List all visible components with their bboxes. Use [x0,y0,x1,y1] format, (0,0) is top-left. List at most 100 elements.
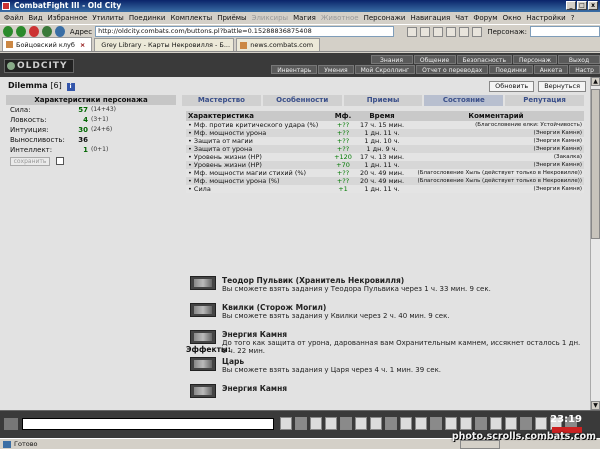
menu-item[interactable]: Комплекты [170,14,212,22]
sword-icon[interactable] [430,417,442,430]
menu-item[interactable]: ? [571,14,575,22]
address-input[interactable]: http://oldcity.combats.com/buttons.pl?ba… [95,26,395,37]
game-nav-item[interactable]: Общение [413,55,456,64]
back-icon[interactable] [3,26,13,37]
section-tab[interactable]: Репутация [505,95,584,106]
effect-desc: Вы сможете взять задания у Квилки через … [222,312,450,320]
market-icon[interactable] [505,417,517,430]
save-checkbox[interactable] [56,157,65,165]
persona-select[interactable] [530,26,600,37]
buff-name: • Уровень жизни (HP) [186,161,330,169]
game-nav-item[interactable]: Выход [558,55,600,64]
menu-item[interactable]: Файл [4,14,23,22]
toolbar: Адрес http://oldcity.combats.com/buttons… [0,24,600,38]
lock-icon[interactable] [355,417,367,430]
smile-icon[interactable] [310,417,322,430]
settings-icon[interactable] [472,26,483,37]
menu-item[interactable]: Окно [503,14,522,22]
game-subnav-item[interactable]: Настр [569,65,600,74]
section-tab[interactable]: Приемы [343,95,423,106]
game-nav-item[interactable]: Безопасность [456,55,512,64]
stat-row: Выносливость: 36 [6,135,176,145]
menu-item[interactable]: Эликсиры [252,14,289,22]
mail-icon[interactable] [459,26,470,37]
effects-list: Теодор Пульвик (Хранитель Некровилля) Вы … [190,276,584,411]
tab-close-icon[interactable]: × [80,39,85,51]
scroll-up-icon[interactable]: ▲ [591,77,600,86]
section-tab[interactable]: Мастерство [182,95,261,106]
game-subnav-item[interactable]: Анкета [533,65,569,74]
menu-item[interactable]: Животное [321,14,359,22]
table-row: • Уровень жизни (HP) +120 17 ч. 13 мин. (За… [186,153,584,161]
menu-item[interactable]: Вид [28,14,42,22]
game-nav-item[interactable]: Знания [370,55,413,64]
menu-item[interactable]: Приёмы [217,14,246,22]
browser-tab[interactable]: Grey Library - Карты Некровилля - Б... [94,38,235,51]
favorites-icon[interactable] [420,26,431,37]
save-button[interactable]: сохранить [10,157,50,166]
close-icon[interactable]: x [588,1,598,10]
home-icon[interactable] [54,26,65,37]
chat-menu-icon[interactable] [4,418,18,430]
bell-icon[interactable] [490,417,502,430]
potion-icon[interactable] [520,417,532,430]
game-subnav-item[interactable]: Поединки [489,65,533,74]
go-icon[interactable] [407,26,418,37]
browser-tab[interactable]: news.combats.com [236,38,321,51]
refresh-button[interactable]: Обновить [489,81,535,92]
scroll-thumb[interactable] [591,89,600,239]
sort-icon[interactable] [340,417,352,430]
menu-item[interactable]: Избранное [48,14,88,22]
menu-item[interactable]: Персонажи [364,14,406,22]
filter-icon[interactable] [280,417,292,430]
map-icon[interactable] [385,417,397,430]
section-tab[interactable]: Особенности [262,95,342,106]
section-tab[interactable]: Состояние [424,95,504,106]
chat-input[interactable] [22,418,274,430]
browser-tab[interactable]: Бойцовский клуб × [2,37,93,51]
menu-item[interactable]: Настройки [526,14,566,22]
game-subnav-item[interactable]: Инвентарь [271,65,318,74]
menu-item[interactable]: Навигация [410,14,450,22]
book-icon[interactable] [535,417,547,430]
back-button[interactable]: Вернуться [538,81,586,92]
scroll-down-icon[interactable]: ▼ [591,401,600,410]
favicon-icon [240,41,248,49]
game-subnav-item[interactable]: Мой Скроллинг [354,65,416,74]
menu-item[interactable]: Утилиты [92,14,124,22]
print-icon[interactable] [446,26,457,37]
menu-item[interactable]: Поединки [129,14,166,22]
stop-icon[interactable] [28,26,39,37]
bag-icon[interactable] [370,417,382,430]
clan-icon[interactable] [475,417,487,430]
minimize-icon[interactable]: _ [566,1,576,10]
refresh-icon[interactable] [41,26,52,37]
buff-time: 1 дн. 11 ч. [356,185,408,193]
col-header-time: Время [356,111,408,121]
menu-item[interactable]: Магия [293,14,316,22]
menu-item[interactable]: Чат [455,14,468,22]
maximize-icon[interactable]: □ [577,1,587,10]
menu-item[interactable]: Форум [473,14,497,22]
sound-icon[interactable] [415,417,427,430]
translit-icon[interactable] [325,417,337,430]
content-scrollbar[interactable]: ▲ ▼ [590,77,600,410]
game-subnav-item[interactable]: Отчет о переводах [416,65,489,74]
chat-toolbar [280,417,577,430]
game-nav-item[interactable]: Персонаж [513,55,557,64]
buff-mf: +?? [330,169,356,177]
game-subnav-item[interactable]: Умения [318,65,354,74]
info-icon[interactable] [460,417,472,430]
info-icon[interactable]: i [66,83,75,91]
character-nick[interactable]: Dilemma [8,81,48,90]
history-icon[interactable] [433,26,444,37]
browser-tab-label: news.combats.com [250,41,314,49]
buff-time: 1 дн. 9 ч. [356,145,408,153]
effect-image-icon [190,357,216,371]
forward-icon[interactable] [15,26,26,37]
buff-time: 20 ч. 49 мин. [356,177,408,185]
mail-icon[interactable] [400,417,412,430]
scroll-icon[interactable] [445,417,457,430]
buff-comment: (Благословение елки: Устойчивость) [408,121,584,129]
clear-icon[interactable] [295,417,307,430]
